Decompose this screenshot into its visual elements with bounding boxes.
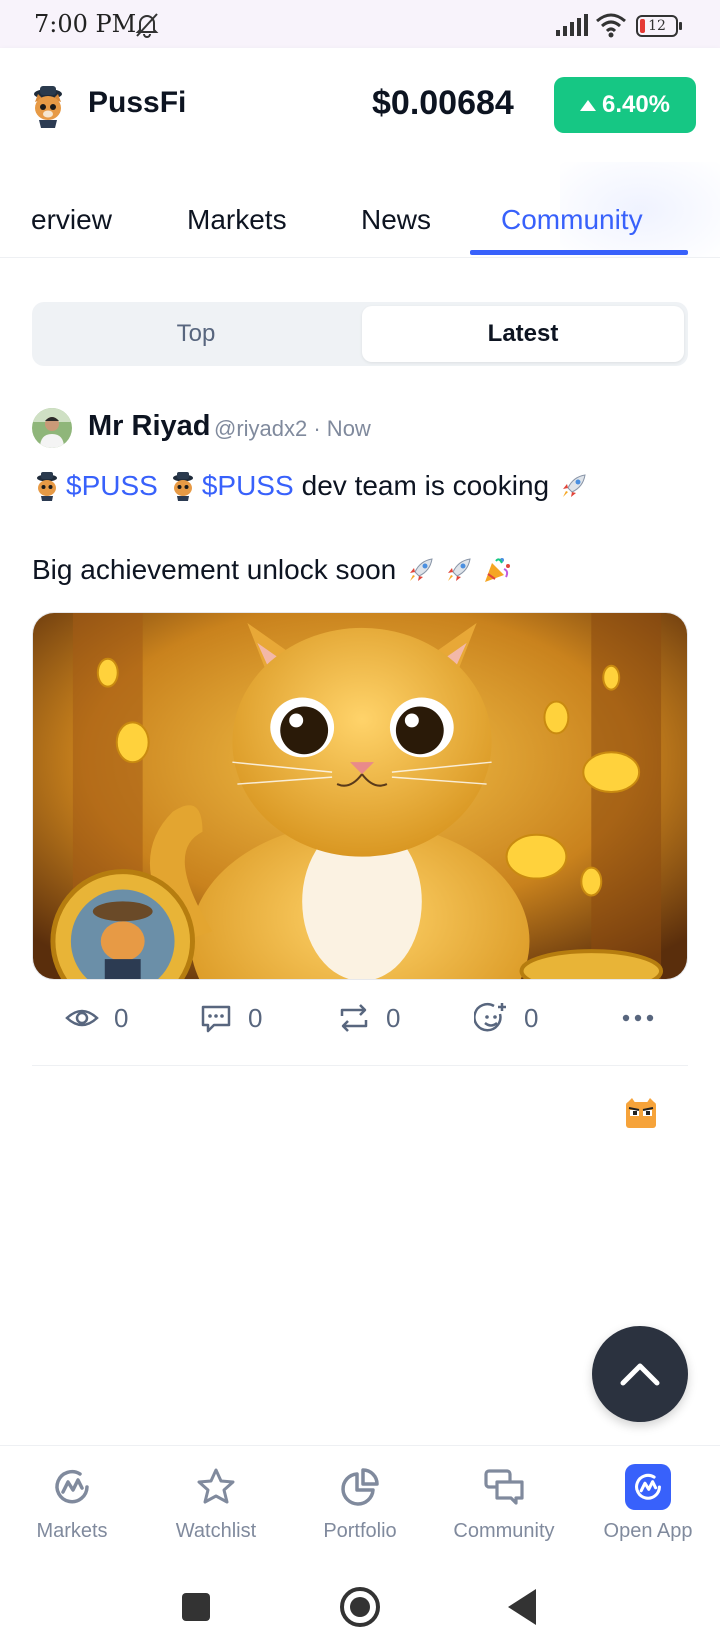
pussfi-logo — [34, 86, 62, 128]
chevron-up-icon — [620, 1363, 660, 1386]
coin-name: PussFi — [88, 86, 187, 119]
post-text: Big achievement unlock soon — [32, 554, 397, 585]
price-change-value: 6.40% — [601, 91, 671, 118]
repost-button[interactable]: 0 — [336, 998, 400, 1038]
arrow-up-icon — [579, 99, 596, 111]
nav-open-app[interactable]: Open App — [576, 1464, 720, 1543]
scroll-to-top-button[interactable] — [592, 1326, 688, 1422]
pie-chart-icon — [341, 1468, 379, 1506]
post-text-line-1: $PUSS $PUSS dev team is cooking — [32, 470, 593, 502]
post-text: dev team is cooking — [301, 470, 550, 501]
tab-news[interactable]: News — [361, 204, 431, 236]
puss-token-icon — [172, 472, 193, 501]
feed-sort-toggle: Top Latest — [32, 302, 688, 366]
nav-markets[interactable]: Markets — [0, 1464, 144, 1543]
nav-label: Community — [453, 1520, 555, 1542]
wifi-icon — [596, 13, 626, 38]
chat-bubbles-icon — [484, 1469, 524, 1505]
sort-latest-button[interactable]: Latest — [362, 306, 684, 362]
tab-community[interactable]: Community — [501, 204, 643, 236]
post-author[interactable]: Mr Riyad — [88, 410, 210, 443]
markets-icon — [55, 1469, 89, 1504]
nav-label: Portfolio — [323, 1520, 397, 1542]
cashtag-puss[interactable]: $PUSS — [202, 470, 294, 502]
active-tab-indicator — [470, 250, 688, 255]
react-button[interactable]: 0 — [474, 998, 538, 1038]
puss-token-icon — [37, 472, 57, 501]
home-icon[interactable] — [340, 1587, 380, 1627]
more-options-icon[interactable] — [620, 1004, 656, 1032]
reactions-value: 0 — [524, 1002, 539, 1033]
coin-price: $0.00684 — [372, 84, 514, 122]
star-icon — [197, 1468, 235, 1504]
status-time: 7:00 PM — [34, 10, 137, 38]
coin-header: PussFi $0.00684 6.40% — [0, 48, 720, 162]
price-change-badge: 6.40% — [554, 77, 696, 133]
reposts-value: 0 — [386, 1002, 401, 1033]
post-divider — [32, 1065, 688, 1066]
comments-value: 0 — [248, 1002, 263, 1033]
post-text-line-2: Big achievement unlock soon — [32, 554, 516, 586]
coin-tabs: erview Markets News Community — [0, 162, 720, 258]
post-image[interactable] — [32, 612, 688, 980]
battery-icon: 12 — [636, 15, 682, 37]
nav-label: Watchlist — [175, 1520, 257, 1542]
comment-button[interactable]: 0 — [198, 998, 262, 1038]
rocket-icon — [410, 558, 433, 581]
battery-level: 12 — [648, 18, 666, 34]
recent-apps-icon[interactable] — [182, 1593, 210, 1621]
nav-community[interactable]: Community — [432, 1464, 576, 1543]
floating-cat-widget-icon[interactable] — [624, 1096, 658, 1130]
avatar[interactable] — [32, 408, 72, 448]
signal-icon — [556, 14, 588, 36]
system-navigation-bar — [0, 1563, 720, 1650]
views-count: 0 — [64, 998, 128, 1038]
cashtag-puss[interactable]: $PUSS — [66, 470, 158, 502]
rocket-icon — [563, 474, 586, 497]
status-bar: 7:00 PM 12 — [0, 0, 720, 48]
tab-overview[interactable]: erview — [31, 204, 112, 236]
rocket-icon — [448, 558, 471, 581]
comment-icon — [201, 1005, 231, 1033]
add-reaction-icon — [474, 1002, 506, 1032]
nav-label: Markets — [36, 1520, 108, 1542]
repost-icon — [340, 1004, 368, 1032]
nav-watchlist[interactable]: Watchlist — [144, 1464, 288, 1543]
open-app-icon — [625, 1464, 671, 1510]
tab-markets[interactable]: Markets — [187, 204, 287, 236]
back-icon[interactable] — [508, 1589, 536, 1625]
views-value: 0 — [114, 1002, 129, 1033]
eye-icon — [65, 1009, 99, 1027]
post-handle: @riyadx2 · Now — [214, 416, 371, 441]
nav-portfolio[interactable]: Portfolio — [288, 1464, 432, 1543]
party-popper-icon — [485, 558, 511, 582]
sort-top-button[interactable]: Top — [36, 306, 356, 362]
bottom-navigation: Markets Watchlist Portfolio Community Op… — [0, 1445, 720, 1563]
bell-off-icon — [135, 13, 159, 38]
nav-label: Open App — [603, 1520, 693, 1542]
